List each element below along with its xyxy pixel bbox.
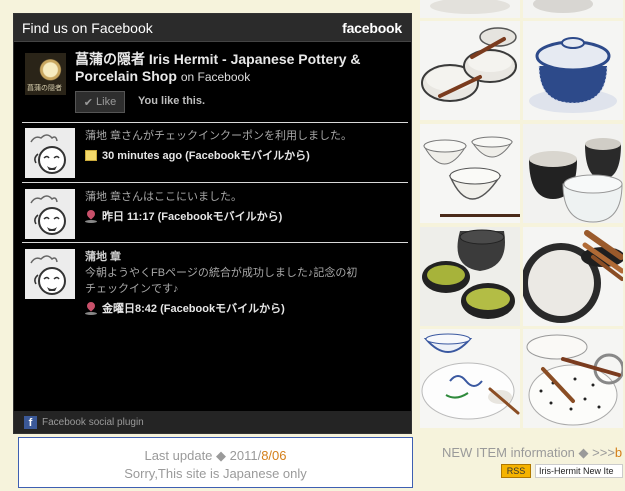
new-item-link-tail[interactable]: b	[615, 445, 622, 460]
post-timestamp[interactable]: 30 minutes ago (Facebookモバイルから)	[102, 147, 310, 163]
product-photo[interactable]	[523, 227, 623, 326]
product-photo[interactable]	[420, 124, 520, 223]
facebook-header-title: Find us on Facebook	[22, 19, 153, 36]
social-plugin-label: Facebook social plugin	[42, 416, 144, 428]
user-avatar[interactable]	[25, 249, 75, 299]
like-button-label: Like	[96, 96, 117, 108]
facebook-header: Find us on Facebook facebook	[14, 14, 411, 42]
post-meta[interactable]: 30 minutes ago (Facebookモバイルから)	[85, 147, 310, 163]
last-update-date: 8/06	[261, 448, 287, 463]
new-item-information[interactable]: NEW ITEM information ◆ >>>b	[442, 445, 625, 461]
last-update-line: Last update ◆ 2011/8/06	[19, 447, 412, 465]
like-status: You like this.	[138, 95, 206, 107]
post-text: 蒲地 章さんがチェックインクーポンを利用しました。	[85, 130, 353, 142]
facebook-page-title[interactable]: 菖蒲の隠者 Iris Hermit - Japanese Pottery & P…	[75, 51, 395, 86]
divider	[22, 182, 408, 183]
shop-logo[interactable]: 菖蒲の隠者	[25, 53, 66, 95]
last-update-prefix: Last update ◆ 2011/	[144, 448, 262, 463]
post-text: 蒲地 章さんはここにいました。	[85, 191, 243, 203]
post-body: 蒲地 章 今朝ようやくFBページの統合が成功しました♪記念の初 チェックインです…	[85, 249, 403, 297]
facebook-like-box: Find us on Facebook facebook 菖蒲の隠者 菖蒲の隠者…	[13, 13, 412, 434]
like-button[interactable]: ✔ Like	[75, 91, 125, 113]
rss-feed-title[interactable]: Iris-Hermit New Ite	[535, 464, 623, 478]
shop-logo-caption: 菖蒲の隠者	[27, 84, 62, 92]
post-timestamp[interactable]: 昨日 11:17 (Facebookモバイルから)	[102, 208, 282, 224]
new-item-label[interactable]: NEW ITEM information ◆ >>>	[442, 445, 615, 460]
page-on-facebook: on Facebook	[180, 70, 251, 84]
product-photo[interactable]	[523, 124, 623, 223]
product-photo[interactable]	[420, 0, 520, 18]
user-avatar[interactable]	[25, 189, 75, 239]
language-notice: Sorry,This site is Japanese only	[124, 466, 307, 481]
rss-icon[interactable]: RSS	[501, 464, 531, 478]
product-photo[interactable]	[523, 329, 623, 428]
product-photo[interactable]	[420, 21, 520, 120]
stream-post: 蒲地 章さんがチェックインクーポンを利用しました。 30 minutes ago…	[14, 128, 411, 184]
post-text-line: チェックインです♪	[85, 283, 179, 295]
location-pin-icon	[85, 302, 97, 315]
facebook-wordmark[interactable]: facebook	[342, 20, 402, 36]
product-photo[interactable]	[420, 227, 520, 326]
coupon-icon	[85, 149, 97, 161]
post-meta[interactable]: 昨日 11:17 (Facebookモバイルから)	[85, 208, 282, 224]
post-timestamp[interactable]: 金曜日8:42 (Facebookモバイルから)	[102, 300, 285, 316]
divider	[22, 122, 408, 123]
facebook-social-plugin-footer[interactable]: f Facebook social plugin	[14, 411, 411, 433]
stream-post: 蒲地 章さんはここにいました。 昨日 11:17 (Facebookモバイルから…	[14, 189, 411, 245]
product-photo[interactable]	[420, 329, 520, 428]
facebook-page-card: 菖蒲の隠者 菖蒲の隠者 Iris Hermit - Japanese Potte…	[14, 42, 411, 122]
product-photo[interactable]	[523, 0, 623, 18]
divider	[22, 242, 408, 243]
user-avatar[interactable]	[25, 128, 75, 178]
rss-feed[interactable]: RSS Iris-Hermit New Ite	[501, 464, 623, 478]
post-meta[interactable]: 金曜日8:42 (Facebookモバイルから)	[85, 300, 285, 316]
post-author[interactable]: 蒲地 章	[85, 249, 403, 265]
post-text-line: 今朝ようやくFBページの統合が成功しました♪記念の初	[85, 267, 358, 279]
checkmark-icon: ✔	[83, 96, 94, 109]
product-photo[interactable]	[523, 21, 623, 120]
location-pin-icon	[85, 210, 97, 223]
product-photo-grid	[418, 0, 625, 428]
stream-post: 蒲地 章 今朝ようやくFBページの統合が成功しました♪記念の初 チェックインです…	[14, 249, 411, 321]
facebook-f-icon: f	[24, 415, 37, 429]
last-update-box: Last update ◆ 2011/8/06 Sorry,This site …	[18, 437, 413, 488]
